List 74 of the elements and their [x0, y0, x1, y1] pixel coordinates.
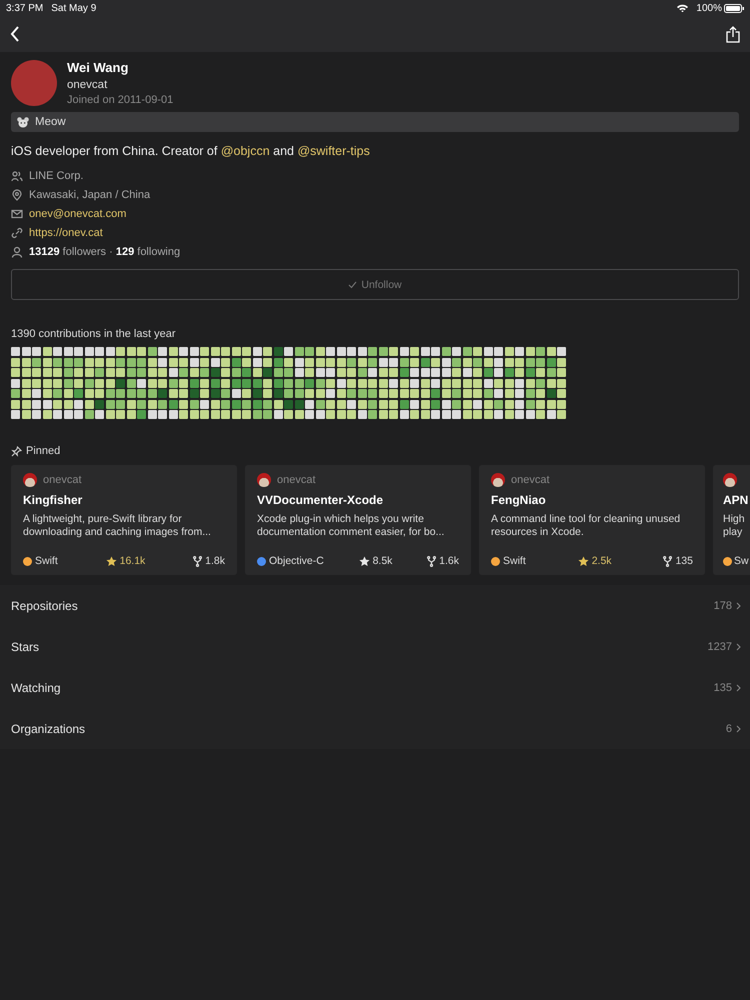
repo-name: VVDocumenter-Xcode [257, 493, 384, 507]
org-link[interactable]: @swifter-tips [297, 144, 370, 158]
owner-avatar [723, 473, 737, 487]
status-date: Sat May 9 [51, 2, 96, 14]
bio-text: iOS developer from China. Creator of @objccn and @swifter-tips [11, 144, 371, 158]
animal-face-icon [17, 116, 29, 128]
repo-language: Swift [503, 555, 526, 567]
link-icon [11, 226, 23, 238]
repo-language: Sw [734, 555, 749, 567]
repo-owner: onevcat [511, 474, 550, 486]
chevron-right-icon [736, 724, 741, 732]
owner-avatar [491, 473, 505, 487]
repo-card[interactable]: onevcat VVDocumenter-Xcode Xcode plug-in which helps you write documentation comment easier, for bo... Objective-C 8.5k 1.6k [245, 465, 471, 575]
status-time: 3:37 PM [6, 2, 44, 14]
profile-list-item[interactable]: Repositories 178 [0, 585, 750, 626]
back-icon[interactable] [10, 26, 20, 42]
mail-icon [11, 208, 23, 220]
repo-owner: onevcat [43, 474, 82, 486]
repo-description: A lightweight, pure-Swift library for downloading and caching images from... [23, 513, 212, 539]
battery-percent: 100% [696, 2, 722, 14]
fork-count: 135 [675, 555, 693, 567]
location-pin-icon [11, 188, 23, 200]
company-text: LINE Corp. [29, 170, 84, 182]
avatar-photo-placeholder [11, 60, 57, 106]
share-icon[interactable] [726, 26, 740, 42]
battery-icon [724, 4, 744, 12]
star-count: 16.1k [120, 555, 146, 567]
repo-card[interactable]: onevcat Kingfisher A lightweight, pure-Swift library for downloading and caching images from... Swift 16.1k 1.8k [11, 465, 237, 575]
repo-description: High play [723, 513, 746, 539]
repo-description: A command line tool for cleaning unused resources in Xcode. [491, 513, 682, 539]
follow-counts: 13129 followers · 129 following [29, 246, 180, 258]
repo-description: Xcode plug-in which helps you write documentation comment easier, for bo... [257, 513, 446, 539]
chevron-right-icon [736, 684, 741, 692]
profile-list-item[interactable]: Stars 1237 [0, 626, 750, 667]
joined-date: Joined on 2011-09-01 [67, 94, 174, 106]
star-count: 2.5k [592, 555, 612, 567]
chevron-right-icon [736, 642, 741, 650]
repo-owner: onevcat [277, 474, 316, 486]
wifi-icon [677, 4, 688, 12]
fork-icon [193, 556, 202, 566]
item-count: 1237 [708, 640, 732, 652]
email-text[interactable]: onev@onevcat.com [29, 208, 126, 220]
profile-name: Wei Wang [67, 60, 130, 75]
fork-icon [427, 556, 436, 566]
item-count: 135 [714, 682, 732, 694]
org-link[interactable]: @objccn [220, 144, 270, 158]
fork-count: 1.8k [205, 555, 225, 567]
website-text[interactable]: https://onev.cat [29, 226, 103, 238]
status-text: Meow [35, 116, 66, 128]
profile-login: onevcat [67, 79, 108, 91]
repo-name: FengNiao [491, 493, 547, 507]
repo-language: Swift [35, 555, 58, 567]
star-count: 8.5k [372, 555, 392, 567]
repo-card[interactable]: onevcat FengNiao A command line tool for cleaning unused resources in Xcode. Swift 2.5k 135 [479, 465, 705, 575]
checkmark-icon [348, 280, 358, 288]
item-count: 6 [726, 722, 732, 734]
repo-language: Objective-C [269, 555, 324, 567]
chevron-right-icon [736, 602, 741, 610]
owner-avatar [257, 473, 271, 487]
people-icon [11, 170, 23, 182]
pinned-title: Pinned [26, 445, 60, 457]
repo-name: APN [723, 493, 750, 507]
pin-icon [11, 446, 22, 456]
repo-name: Kingfisher [23, 493, 84, 507]
owner-avatar [23, 473, 37, 487]
person-icon [11, 246, 23, 258]
contributions-title: 1390 contributions in the last year [11, 328, 176, 340]
profile-list-item[interactable]: Watching 135 [0, 667, 750, 708]
item-count: 178 [714, 600, 732, 612]
location-text: Kawasaki, Japan / China [29, 188, 150, 200]
repo-card[interactable]: APN High play Sw [713, 465, 750, 575]
profile-list-item[interactable]: Organizations 6 [0, 708, 750, 749]
fork-icon [663, 556, 672, 566]
fork-count: 1.6k [439, 555, 459, 567]
